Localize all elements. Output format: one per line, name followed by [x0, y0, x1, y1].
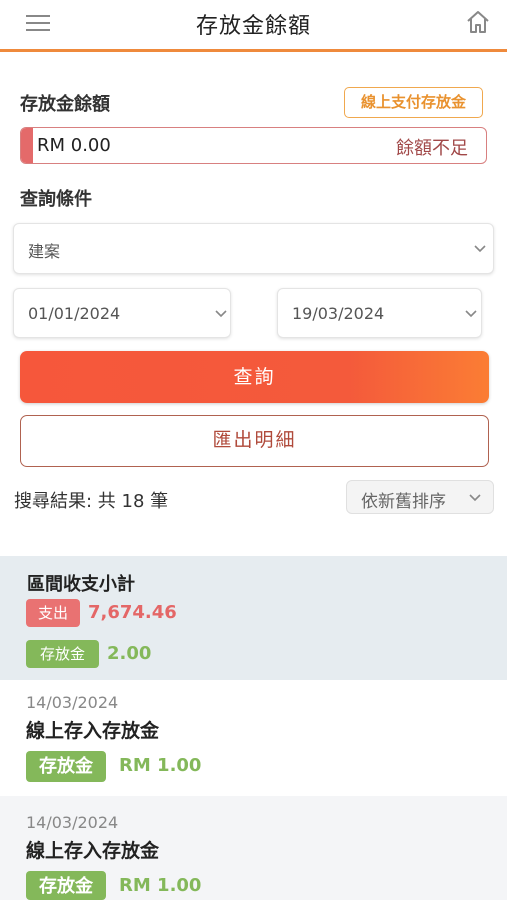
chevron-down-icon: [469, 494, 481, 502]
balance-status: 餘額不足: [396, 138, 468, 159]
sort-select-value: 依新舊排序: [361, 492, 446, 512]
summary-title: 區間收支小計: [27, 574, 135, 595]
project-select-value: 建案: [28, 242, 61, 261]
page-title: 存放金餘額: [195, 14, 311, 39]
deposit-tag: 存放金: [26, 751, 106, 782]
sort-select[interactable]: 依新舊排序: [346, 480, 494, 514]
expense-tag: 支出: [26, 599, 80, 627]
transaction-date: 14/03/2024: [26, 693, 119, 712]
search-results-count: 搜尋結果: 共 18 筆: [14, 491, 169, 512]
query-conditions-label: 查詢條件: [20, 189, 92, 210]
balance-label: 存放金餘額: [20, 94, 110, 115]
balance-warning-bar: [21, 128, 33, 163]
balance-display: RM 0.00 餘額不足: [20, 127, 487, 164]
expense-amount: 7,674.46: [88, 602, 177, 623]
period-summary: 區間收支小計 支出 7,674.46 存放金 2.00: [0, 556, 507, 680]
transaction-amount: RM 1.00: [119, 755, 202, 776]
query-button[interactable]: 查詢: [20, 351, 489, 403]
chevron-down-icon: [465, 310, 477, 318]
transaction-title: 線上存入存放金: [26, 840, 160, 862]
chevron-down-icon: [474, 245, 486, 253]
transaction-title: 線上存入存放金: [26, 720, 160, 742]
start-date-select[interactable]: 01/01/2024: [13, 288, 231, 338]
home-icon[interactable]: [465, 9, 491, 35]
transaction-amount: RM 1.00: [119, 875, 202, 896]
app-header: 存放金餘額: [0, 0, 507, 52]
balance-amount: RM 0.00: [37, 135, 111, 156]
online-pay-button[interactable]: 線上支付存放金: [344, 87, 483, 118]
transaction-date: 14/03/2024: [26, 813, 119, 832]
project-select[interactable]: 建案: [13, 223, 494, 274]
end-date-select[interactable]: 19/03/2024: [277, 288, 482, 338]
deposit-tag: 存放金: [26, 871, 106, 900]
chevron-down-icon: [215, 310, 227, 318]
end-date-value: 19/03/2024: [292, 304, 385, 323]
export-details-button[interactable]: 匯出明細: [20, 415, 489, 467]
start-date-value: 01/01/2024: [28, 304, 121, 323]
deposit-tag: 存放金: [26, 640, 99, 668]
transaction-item[interactable]: 14/03/2024 線上存入存放金 存放金 RM 1.00: [0, 681, 507, 796]
transaction-item[interactable]: 14/03/2024 線上存入存放金 存放金 RM 1.00: [0, 796, 507, 900]
deposit-amount: 2.00: [107, 643, 152, 664]
